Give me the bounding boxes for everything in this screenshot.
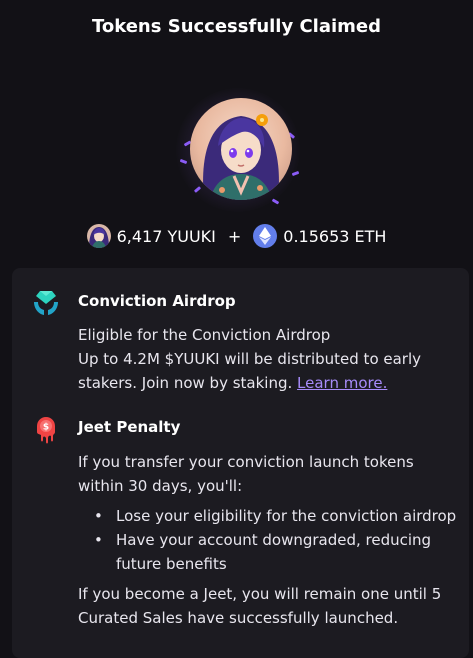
- conviction-eligible-text: Eligible for the Conviction Airdrop: [78, 326, 331, 344]
- confetti: [271, 198, 280, 205]
- jeet-penalty-title: Jeet Penalty: [78, 418, 181, 436]
- eth-icon: [253, 224, 278, 248]
- jeet-penalty-description: If you transfer your conviction launch t…: [78, 450, 458, 630]
- list-item: Lose your eligibility for the conviction…: [78, 504, 458, 528]
- page-title: Tokens Successfully Claimed: [91, 16, 382, 37]
- confetti: [291, 170, 300, 177]
- jeet-penalty-list: Lose your eligibility for the conviction…: [78, 504, 458, 576]
- avatar-image: [190, 98, 292, 200]
- eth-amount: 0.15653 ETH: [283, 226, 387, 246]
- conviction-airdrop-description: Eligible for the Conviction Airdrop Up t…: [78, 323, 458, 395]
- list-item: Have your account downgraded, reducing f…: [78, 528, 458, 576]
- jeet-intro-text: If you transfer your conviction launch t…: [78, 453, 414, 495]
- yuuki-amount: 6,417 YUUKI: [116, 226, 216, 246]
- conviction-details-text: Up to 4.2M $YUUKI will be distributed to…: [78, 347, 458, 395]
- yuuki-token-icon: [86, 224, 111, 248]
- learn-more-link[interactable]: Learn more.: [297, 374, 387, 392]
- plus-sign: +: [227, 226, 242, 246]
- yuuki-avatar: [176, 88, 300, 212]
- jeet-outro-text: If you become a Jeet, you will remain on…: [78, 585, 442, 627]
- claimed-amounts: 6,417 YUUKI + 0.15653 ETH: [0, 222, 473, 250]
- conviction-airdrop-title: Conviction Airdrop: [78, 292, 236, 310]
- melting-coin-icon: $: [31, 414, 61, 444]
- info-panel: Conviction Airdrop Eligible for the Conv…: [12, 268, 469, 658]
- svg-text:$: $: [43, 423, 49, 433]
- diamond-hands-icon: [31, 288, 61, 318]
